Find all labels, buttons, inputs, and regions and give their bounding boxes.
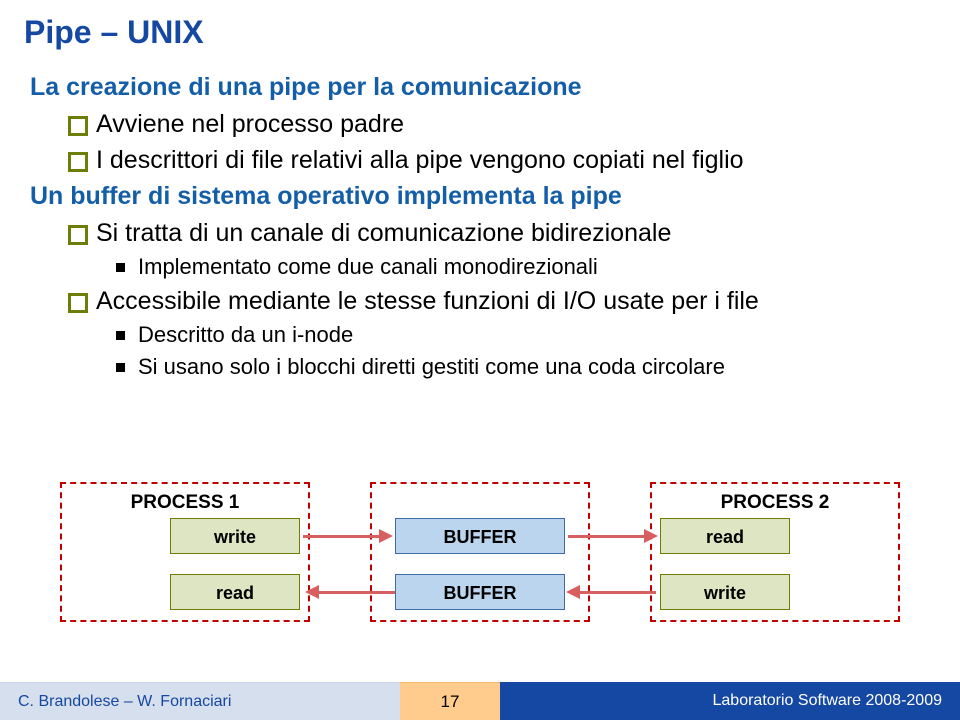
heading-1: La creazione di una pipe per la comunica… <box>30 73 936 102</box>
process-1-label: PROCESS 1 <box>62 492 308 514</box>
bullet-item: Avviene nel processo padre <box>68 108 936 140</box>
sub-bullet-item: Descritto da un i-node <box>116 321 936 349</box>
slide: Pipe – UNIX La creazione di una pipe per… <box>0 0 960 720</box>
buffer-1-box: BUFFER <box>395 518 565 554</box>
sub-bullet-item: Implementato come due canali monodirezio… <box>116 253 936 281</box>
arrow-icon <box>578 591 656 594</box>
footer-authors: C. Brandolese – W. Fornaciari <box>0 682 400 720</box>
arrow-icon <box>303 535 381 538</box>
footer-page-number: 17 <box>400 682 500 720</box>
footer-course: Laboratorio Software 2008-2009 <box>500 682 960 720</box>
bullet-item: Si tratta di un canale di comunicazione … <box>68 217 936 249</box>
sub-bullet-item: Si usano solo i blocchi diretti gestiti … <box>116 353 936 381</box>
arrow-icon <box>317 591 395 594</box>
slide-title: Pipe – UNIX <box>24 14 936 51</box>
buffer-2-box: BUFFER <box>395 574 565 610</box>
bullet-item: Accessibile mediante le stesse funzioni … <box>68 285 936 317</box>
process-1-write-box: write <box>170 518 300 554</box>
bullet-item: I descrittori di file relativi alla pipe… <box>68 144 936 176</box>
heading-2: Un buffer di sistema operativo implement… <box>30 182 936 211</box>
pipe-diagram: PROCESS 1 PROCESS 2 write read BUFFER BU… <box>60 482 900 642</box>
slide-body: La creazione di una pipe per la comunica… <box>24 73 936 381</box>
arrow-icon <box>568 535 646 538</box>
process-2-write-box: write <box>660 574 790 610</box>
slide-footer: C. Brandolese – W. Fornaciari 17 Laborat… <box>0 682 960 720</box>
process-2-read-box: read <box>660 518 790 554</box>
process-2-label: PROCESS 2 <box>652 492 898 514</box>
process-1-read-box: read <box>170 574 300 610</box>
